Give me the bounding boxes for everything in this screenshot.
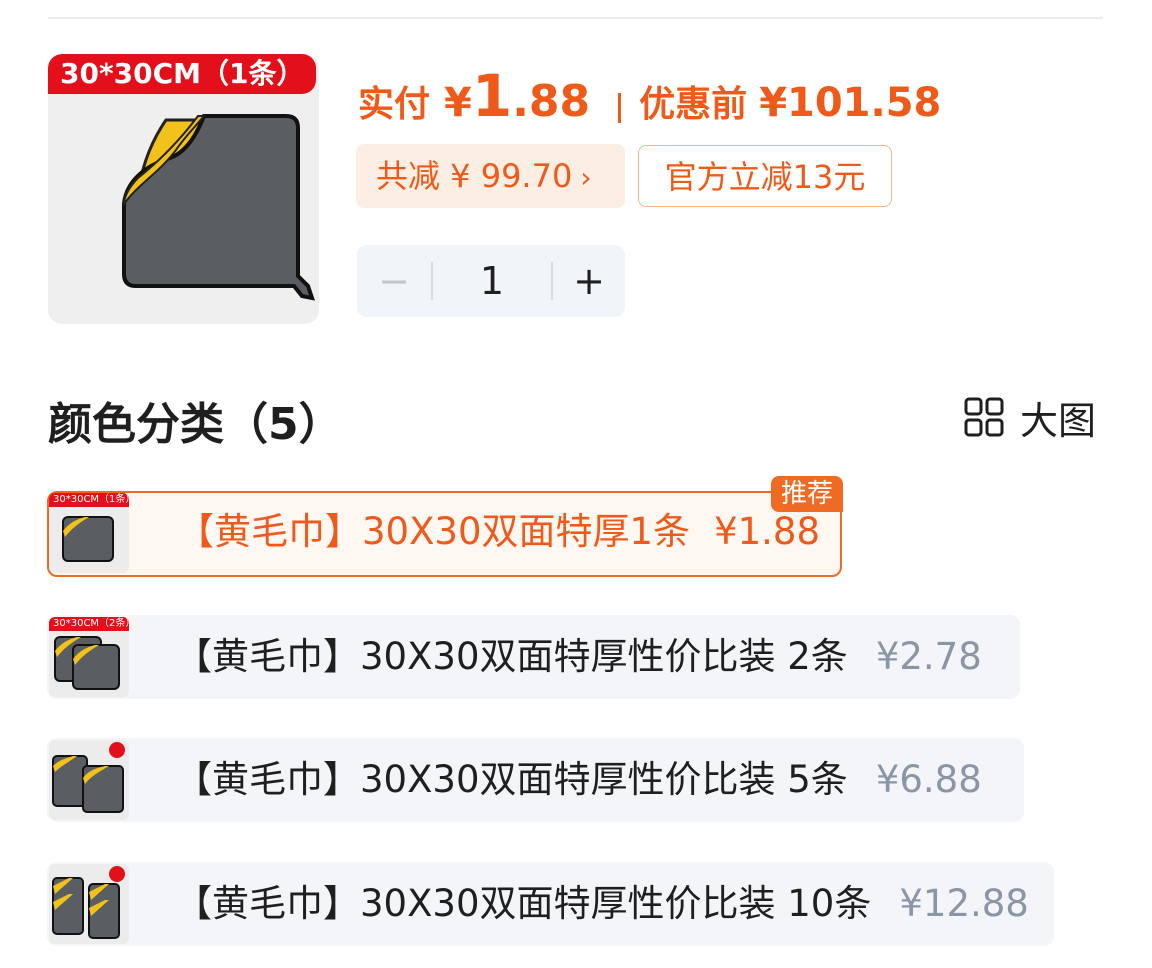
variant-name: 【黄毛巾】30X30双面特厚性价比装 5条 [175,758,848,801]
variant-name: 【黄毛巾】30X30双面特厚性价比装 2条 [175,635,848,678]
variant-thumbnail [49,740,129,820]
variant-option-2[interactable]: 30*30CM（2条） 【黄毛巾】30X30双面特厚性价比装 2条 ¥2.78 [47,615,1020,699]
increase-button[interactable]: + [553,245,625,317]
variant-size-tag: 30*30CM（2条） [49,617,129,631]
variant-price: ¥6.88 [875,758,982,801]
paid-yen: ¥ [444,80,472,126]
variant-label: 【黄毛巾】30X30双面特厚性价比装 5条 ¥6.88 [175,738,982,822]
variant-option-4[interactable]: 【黄毛巾】30X30双面特厚性价比装 10条 ¥12.88 [47,862,1054,946]
variant-price: ¥2.78 [875,635,982,678]
variant-name: 【黄毛巾】30X30双面特厚性价比装 10条 [175,882,872,925]
variant-name: 【黄毛巾】30X30双面特厚1条 [177,510,691,553]
decrease-button[interactable]: − [357,245,431,317]
product-thumbnail[interactable]: 30*30CM（1条） [48,54,319,324]
variant-label: 【黄毛巾】30X30双面特厚1条 ¥1.88 [177,490,820,574]
original-price: ¥101.58 [759,80,942,126]
variant-price: ¥12.88 [899,882,1029,925]
quantity-stepper: − 1 + [357,245,625,317]
variant-option-1[interactable]: 30*30CM（1条） 【黄毛巾】30X30双面特厚1条 ¥1.88 推荐 [47,476,843,577]
paid-label: 实付 [358,84,431,125]
variant-label: 【黄毛巾】30X30双面特厚性价比装 10条 ¥12.88 [175,862,1029,946]
variant-thumbnail [49,864,129,944]
grid-icon [964,397,1004,437]
variant-price: ¥1.88 [714,510,820,553]
variant-size-tag: 30*30CM（1条） [49,493,129,507]
official-discount-chip: 官方立减13元 [638,145,892,207]
big-image-label: 大图 [1020,398,1097,443]
big-image-toggle[interactable]: 大图 [964,392,1097,443]
chevron-right-icon: › [580,161,592,194]
total-discount-text: 共减 ¥ 99.70 [376,157,573,195]
price-row: 实付 ¥ 1 .88 优惠前 ¥101.58 [358,62,941,142]
price-separator [618,93,622,123]
size-tag: 30*30CM（1条） [48,54,317,94]
original-price-label: 优惠前 [639,84,748,125]
paid-price-dec: .88 [512,76,591,127]
paid-price-int: 1 [471,62,513,130]
variant-thumbnail: 30*30CM（1条） [49,493,129,573]
variant-label: 【黄毛巾】30X30双面特厚性价比装 2条 ¥2.78 [175,615,982,699]
top-divider [48,17,1103,19]
recommended-badge: 推荐 [770,476,843,512]
variant-thumbnail: 30*30CM（2条） [49,617,129,697]
variant-option-3[interactable]: 【黄毛巾】30X30双面特厚性价比装 5条 ¥6.88 [47,738,1024,822]
towel-image [122,114,315,301]
quantity-value[interactable]: 1 [433,245,551,317]
section-title: 颜色分类（5） [48,399,343,450]
total-discount-chip[interactable]: 共减 ¥ 99.70 › [356,144,625,208]
